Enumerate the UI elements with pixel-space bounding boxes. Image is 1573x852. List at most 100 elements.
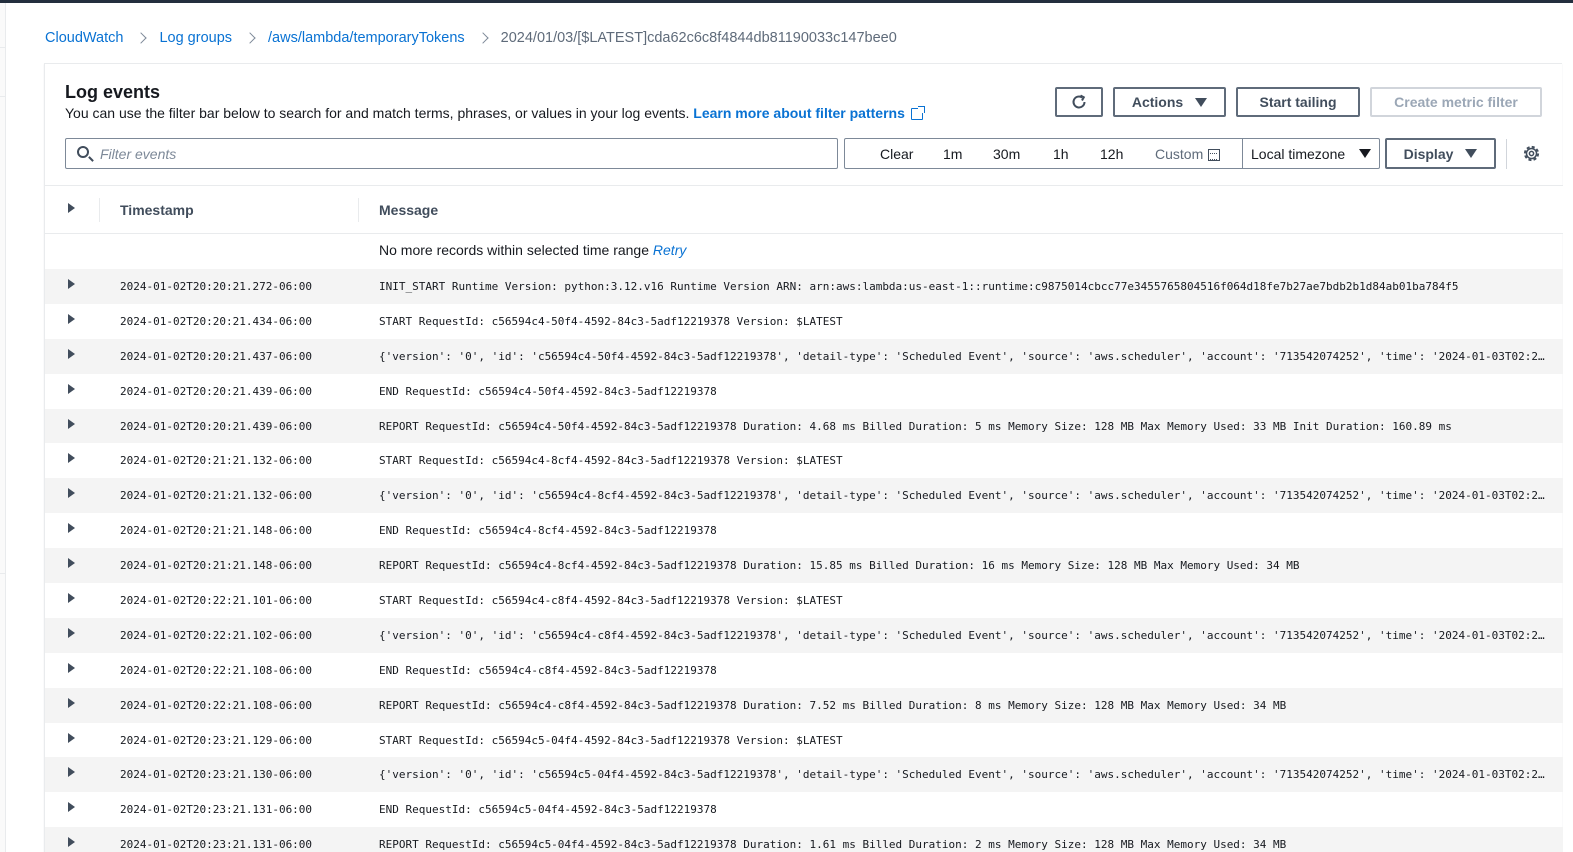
expand-row-icon[interactable] bbox=[68, 662, 75, 673]
start-tailing-button[interactable]: Start tailing bbox=[1236, 87, 1360, 117]
table-row[interactable]: 2024-01-02T20:22:21.101-06:00 START Reque… bbox=[45, 583, 1563, 618]
retry-link[interactable]: Retry bbox=[653, 242, 686, 258]
row-message: REPORT RequestId: c56594c5-04f4-4592-84c… bbox=[379, 838, 1287, 852]
breadcrumb-log-group[interactable]: /aws/lambda/temporaryTokens bbox=[268, 30, 465, 46]
expand-row-icon[interactable] bbox=[68, 767, 75, 778]
range-clear[interactable]: Clear bbox=[880, 146, 913, 162]
learn-more-label: Learn more about filter patterns bbox=[693, 105, 905, 121]
table-row[interactable]: 2024-01-02T20:21:21.132-06:00 START Reque… bbox=[45, 443, 1563, 478]
timezone-select[interactable]: Local timezone bbox=[1242, 138, 1381, 169]
table-row[interactable]: 2024-01-02T20:20:21.439-06:00 END Request… bbox=[45, 374, 1563, 409]
expand-row-icon[interactable] bbox=[68, 313, 75, 324]
column-header-timestamp[interactable]: Timestamp bbox=[120, 202, 194, 218]
caret-down-icon bbox=[1195, 97, 1208, 107]
create-metric-filter-button[interactable]: Create metric filter bbox=[1370, 87, 1542, 117]
expand-row-icon[interactable] bbox=[68, 523, 75, 534]
display-button[interactable]: Display bbox=[1385, 138, 1496, 169]
chevron-right-icon bbox=[479, 31, 487, 45]
row-timestamp: 2024-01-02T20:20:21.434-06:00 bbox=[120, 314, 313, 328]
refresh-icon bbox=[1072, 94, 1086, 109]
row-timestamp: 2024-01-02T20:23:21.130-06:00 bbox=[120, 768, 313, 782]
expand-row-icon[interactable] bbox=[68, 348, 75, 359]
external-link-icon bbox=[910, 106, 925, 120]
expand-row-icon[interactable] bbox=[68, 418, 75, 429]
row-timestamp: 2024-01-02T20:21:21.148-06:00 bbox=[120, 524, 313, 538]
expand-row-icon[interactable] bbox=[68, 697, 75, 708]
row-message: END RequestId: c56594c5-04f4-4592-84c3-5… bbox=[379, 803, 717, 817]
table-row[interactable]: 2024-01-02T20:23:21.131-06:00 REPORT Requ… bbox=[45, 827, 1563, 852]
gear-icon[interactable] bbox=[1522, 144, 1541, 163]
row-message: {'version': '0', 'id': 'c56594c4-c8f4-45… bbox=[379, 628, 1545, 642]
row-message: INIT_START Runtime Version: python:3.12.… bbox=[379, 280, 1459, 293]
table-row[interactable]: 2024-01-02T20:20:21.437-06:00 {'version':… bbox=[45, 338, 1563, 374]
range-1m[interactable]: 1m bbox=[943, 146, 962, 162]
row-timestamp: 2024-01-02T20:23:21.131-06:00 bbox=[120, 803, 313, 817]
table-header: Timestamp Message bbox=[45, 185, 1563, 234]
breadcrumb-log-groups[interactable]: Log groups bbox=[159, 30, 232, 46]
row-timestamp: 2024-01-02T20:20:21.439-06:00 bbox=[120, 419, 313, 433]
expand-row-icon[interactable] bbox=[68, 837, 75, 848]
caret-down-icon bbox=[1465, 149, 1478, 158]
expand-row-icon[interactable] bbox=[68, 593, 75, 604]
expand-row-icon[interactable] bbox=[68, 383, 75, 394]
row-timestamp: 2024-01-02T20:23:21.131-06:00 bbox=[120, 838, 313, 852]
no-records-text: No more records within selected time ran… bbox=[379, 242, 650, 258]
chevron-right-icon bbox=[137, 31, 145, 45]
table-row[interactable]: 2024-01-02T20:22:21.102-06:00 {'version':… bbox=[45, 617, 1563, 653]
expand-row-icon[interactable] bbox=[68, 279, 75, 289]
table-row[interactable]: 2024-01-02T20:21:21.132-06:00 {'version':… bbox=[45, 478, 1563, 514]
row-message: START RequestId: c56594c4-8cf4-4592-84c3… bbox=[379, 454, 843, 468]
row-message: {'version': '0', 'id': 'c56594c4-8cf4-45… bbox=[379, 489, 1545, 503]
expand-row-icon[interactable] bbox=[68, 802, 75, 813]
filter-events-input[interactable] bbox=[100, 143, 820, 165]
table-row[interactable]: 2024-01-02T20:21:21.148-06:00 END Request… bbox=[45, 513, 1563, 548]
row-timestamp: 2024-01-02T20:21:21.148-06:00 bbox=[120, 559, 313, 573]
actions-button[interactable]: Actions bbox=[1113, 87, 1226, 117]
table-row[interactable]: 2024-01-02T20:23:21.131-06:00 END Request… bbox=[45, 792, 1563, 827]
table-row[interactable]: 2024-01-02T20:21:21.148-06:00 REPORT Requ… bbox=[45, 548, 1563, 584]
range-custom[interactable]: Custom bbox=[1155, 146, 1221, 162]
log-events-table: 2024-01-02T20:20:21.272-06:00 INIT_START … bbox=[45, 269, 1563, 852]
range-1h[interactable]: 1h bbox=[1053, 146, 1069, 162]
expand-row-icon[interactable] bbox=[68, 488, 75, 499]
row-message: END RequestId: c56594c4-8cf4-4592-84c3-5… bbox=[379, 524, 717, 538]
breadcrumb-cloudwatch[interactable]: CloudWatch bbox=[45, 30, 123, 46]
toolbar-divider bbox=[1506, 139, 1507, 169]
row-message: {'version': '0', 'id': 'c56594c4-50f4-45… bbox=[379, 349, 1545, 363]
row-message: START RequestId: c56594c4-50f4-4592-84c3… bbox=[379, 314, 843, 328]
table-row[interactable]: 2024-01-02T20:20:21.434-06:00 START Reque… bbox=[45, 304, 1563, 339]
learn-more-link[interactable]: Learn more about filter patterns bbox=[693, 105, 925, 121]
row-message: REPORT RequestId: c56594c4-c8f4-4592-84c… bbox=[379, 698, 1287, 712]
range-30m[interactable]: 30m bbox=[993, 146, 1020, 162]
row-timestamp: 2024-01-02T20:21:21.132-06:00 bbox=[120, 489, 313, 503]
page-description: You can use the filter bar below to sear… bbox=[65, 105, 925, 121]
breadcrumb-current: 2024/01/03/[$LATEST]cda62c6c8f4844db8119… bbox=[500, 30, 897, 46]
side-navigation-rail[interactable] bbox=[0, 3, 6, 852]
range-12h[interactable]: 12h bbox=[1100, 146, 1123, 162]
table-row[interactable]: 2024-01-02T20:22:21.108-06:00 REPORT Requ… bbox=[45, 687, 1563, 723]
row-message: END RequestId: c56594c4-c8f4-4592-84c3-5… bbox=[379, 663, 717, 677]
table-row[interactable]: 2024-01-02T20:20:21.272-06:00 INIT_START … bbox=[45, 269, 1563, 304]
column-header-message[interactable]: Message bbox=[379, 202, 438, 218]
expand-row-icon[interactable] bbox=[68, 453, 75, 464]
row-message: END RequestId: c56594c4-50f4-4592-84c3-5… bbox=[379, 384, 717, 398]
no-more-records-notice: No more records within selected time ran… bbox=[45, 235, 1563, 269]
row-message: REPORT RequestId: c56594c4-50f4-4592-84c… bbox=[379, 419, 1452, 433]
refresh-button[interactable] bbox=[1055, 87, 1103, 117]
actions-label: Actions bbox=[1131, 94, 1184, 110]
table-row[interactable]: 2024-01-02T20:23:21.130-06:00 {'version':… bbox=[45, 757, 1563, 793]
display-label: Display bbox=[1403, 145, 1454, 162]
table-row[interactable]: 2024-01-02T20:23:21.129-06:00 START Reque… bbox=[45, 723, 1563, 758]
expand-row-icon[interactable] bbox=[68, 732, 75, 743]
table-row[interactable]: 2024-01-02T20:20:21.439-06:00 REPORT Requ… bbox=[45, 408, 1563, 444]
description-text: You can use the filter bar below to sear… bbox=[65, 105, 690, 121]
caret-down-icon bbox=[1359, 149, 1371, 158]
table-row[interactable]: 2024-01-02T20:22:21.108-06:00 END Request… bbox=[45, 653, 1563, 688]
expand-row-icon[interactable] bbox=[68, 627, 75, 638]
row-timestamp: 2024-01-02T20:20:21.439-06:00 bbox=[120, 384, 313, 398]
expand-row-icon[interactable] bbox=[68, 558, 75, 569]
expand-all-icon[interactable] bbox=[68, 203, 75, 213]
row-message: START RequestId: c56594c4-c8f4-4592-84c3… bbox=[379, 594, 843, 608]
calendar-icon bbox=[1208, 149, 1221, 161]
range-custom-label: Custom bbox=[1155, 146, 1204, 162]
